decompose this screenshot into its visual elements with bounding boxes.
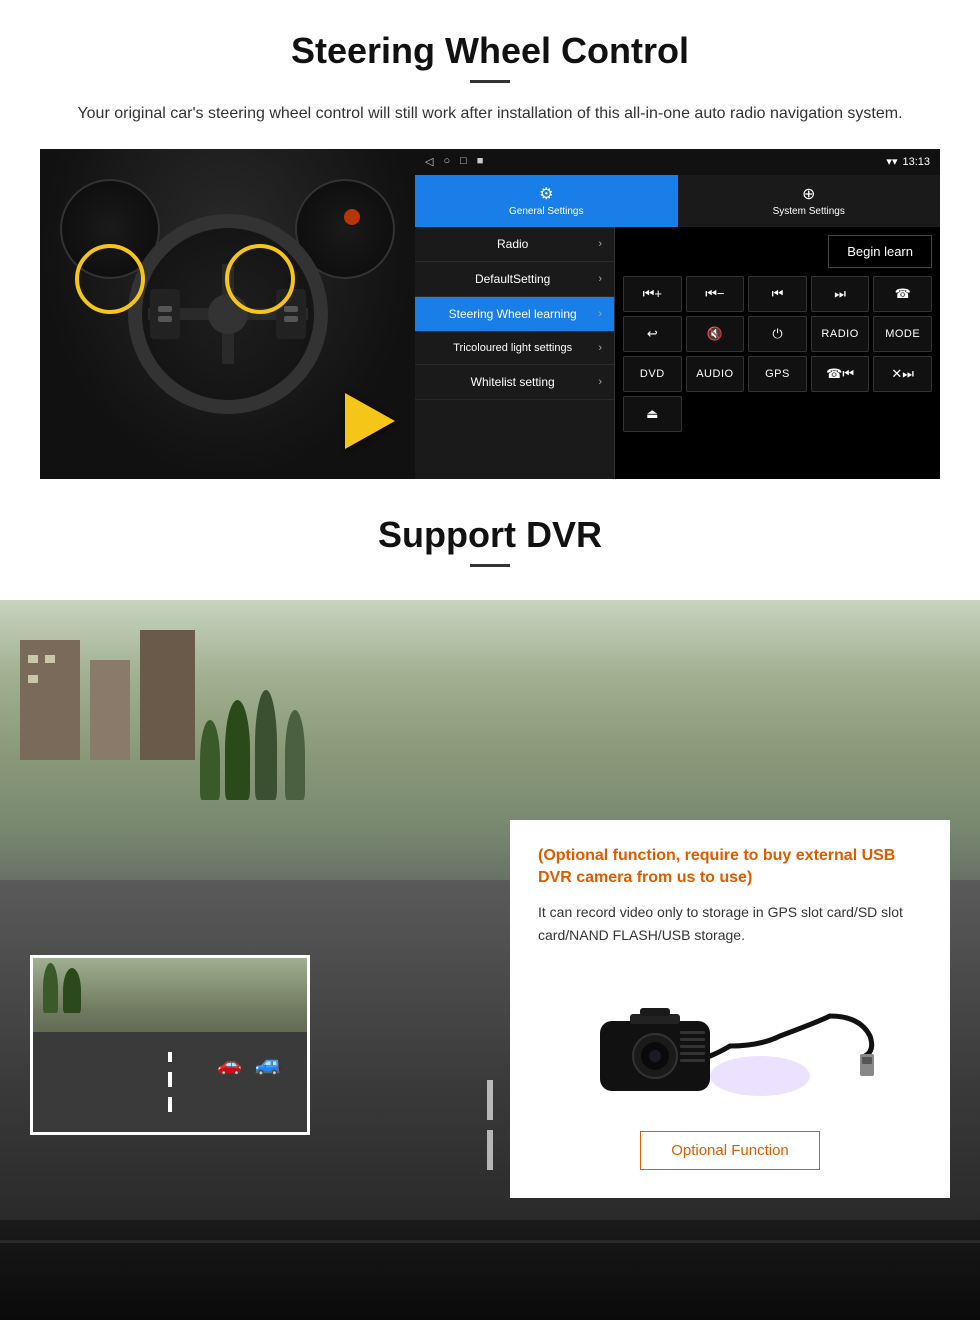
dvr-info-description: It can record video only to storage in G… — [538, 901, 922, 946]
menu-chevron-radio: › — [598, 238, 602, 250]
optional-function-button[interactable]: Optional Function — [640, 1131, 820, 1170]
ctrl-gps[interactable]: GPS — [748, 356, 807, 392]
ctrl-radio[interactable]: RADIO — [811, 316, 870, 352]
ctrl-audio[interactable]: AUDIO — [686, 356, 745, 392]
ctrl-prev[interactable]: ⏮ — [748, 276, 807, 312]
control-buttons-grid: ⏮+ ⏮− ⏮ ⏭ ☎ ↩ 🔇 ⏻ RADIO MODE DVD AUDIO — [623, 276, 932, 432]
page-title: Steering Wheel Control — [40, 30, 940, 72]
menu-item-default[interactable]: DefaultSetting › — [415, 262, 614, 297]
ctrl-phone[interactable]: ☎ — [873, 276, 932, 312]
status-right: ▾▾ 13:13 — [886, 155, 930, 168]
android-ui-panel: ◁ ○ □ ■ ▾▾ 13:13 ⚙ General Settings ⊕ — [415, 149, 940, 479]
cast-icon: ■ — [477, 155, 484, 168]
android-status-bar: ◁ ○ □ ■ ▾▾ 13:13 — [415, 149, 940, 175]
steering-photo — [40, 149, 415, 479]
title-divider — [470, 80, 510, 83]
menu-chevron-light: › — [598, 342, 602, 354]
ctrl-vol-down[interactable]: ⏮− — [686, 276, 745, 312]
section-description: Your original car's steering wheel contr… — [60, 101, 920, 127]
general-settings-label: General Settings — [509, 206, 584, 217]
ctrl-mute[interactable]: 🔇 — [686, 316, 745, 352]
camera-lens-core — [649, 1050, 661, 1062]
recent-icon[interactable]: □ — [460, 155, 467, 168]
menu-item-steering[interactable]: Steering Wheel learning › — [415, 297, 614, 332]
ctrl-phone-prev[interactable]: ☎⏮ — [811, 356, 870, 392]
begin-learn-button[interactable]: Begin learn — [828, 235, 932, 268]
dvr-section-title: Support DVR — [40, 514, 940, 556]
system-settings-label: System Settings — [773, 206, 845, 217]
menu-item-light[interactable]: Tricoloured light settings › — [415, 332, 614, 365]
left-highlight-circle — [75, 244, 145, 314]
menu-chevron-whitelist: › — [598, 376, 602, 388]
ctrl-vol-up[interactable]: ⏮+ — [623, 276, 682, 312]
tab-system-settings[interactable]: ⊕ System Settings — [678, 175, 941, 227]
begin-learn-row: Begin learn — [623, 235, 932, 268]
ctrl-next[interactable]: ⏭ — [811, 276, 870, 312]
menu-item-radio[interactable]: Radio › — [415, 227, 614, 262]
dashboard-strip — [0, 1220, 980, 1320]
steering-composite: ◁ ○ □ ■ ▾▾ 13:13 ⚙ General Settings ⊕ — [40, 149, 940, 479]
ctrl-phone-next[interactable]: ✕⏭ — [873, 356, 932, 392]
right-highlight-circle — [225, 244, 295, 314]
back-icon[interactable]: ◁ — [425, 155, 433, 168]
light-effect — [710, 1056, 810, 1096]
ctrl-dvd[interactable]: DVD — [623, 356, 682, 392]
clock: 13:13 — [902, 156, 930, 168]
steering-wheel — [128, 214, 328, 414]
menu-item-radio-label: Radio — [427, 237, 598, 251]
steering-wheel-section: Steering Wheel Control Your original car… — [0, 0, 980, 479]
menu-item-default-label: DefaultSetting — [427, 272, 598, 286]
system-settings-icon: ⊕ — [802, 184, 815, 204]
ctrl-eject[interactable]: ⏏ — [623, 396, 682, 432]
home-icon[interactable]: ○ — [443, 155, 450, 168]
dvr-device-illustration — [538, 966, 922, 1116]
menu-chevron-default: › — [598, 273, 602, 285]
nav-buttons: ◁ ○ □ ■ — [425, 155, 483, 168]
ctrl-mode[interactable]: MODE — [873, 316, 932, 352]
dvr-road-inset: 🚙 🚗 — [30, 955, 310, 1135]
dvr-section: Support DVR — [0, 479, 980, 1320]
menu-chevron-steering: › — [598, 308, 602, 320]
general-settings-icon: ⚙ — [539, 184, 553, 204]
android-content: Radio › DefaultSetting › Steering Wheel … — [415, 227, 940, 479]
ctrl-power[interactable]: ⏻ — [748, 316, 807, 352]
menu-item-steering-label: Steering Wheel learning — [427, 307, 598, 321]
dvr-section-header: Support DVR — [0, 479, 980, 600]
menu-item-whitelist-label: Whitelist setting — [427, 375, 598, 389]
dvr-info-title: (Optional function, require to buy exter… — [538, 845, 922, 890]
control-panel: Begin learn ⏮+ ⏮− ⏮ ⏭ ☎ ↩ 🔇 ⏻ RADIO — [615, 227, 940, 479]
dvr-info-card: (Optional function, require to buy exter… — [510, 820, 950, 1199]
arrow-indicator — [345, 393, 395, 449]
menu-item-light-label: Tricoloured light settings — [427, 342, 598, 354]
dvr-title-divider — [470, 564, 510, 567]
android-tabs: ⚙ General Settings ⊕ System Settings — [415, 175, 940, 227]
menu-list: Radio › DefaultSetting › Steering Wheel … — [415, 227, 615, 479]
signal-icon: ▾▾ — [886, 155, 897, 168]
dvr-camera-svg — [580, 966, 880, 1116]
menu-item-whitelist[interactable]: Whitelist setting › — [415, 365, 614, 400]
dvr-composite: 🚗 🚙 🚗 🚙 🚗 (Optional function, require to… — [0, 600, 980, 1320]
ctrl-hangup[interactable]: ↩ — [623, 316, 682, 352]
tab-general-settings[interactable]: ⚙ General Settings — [415, 175, 678, 227]
